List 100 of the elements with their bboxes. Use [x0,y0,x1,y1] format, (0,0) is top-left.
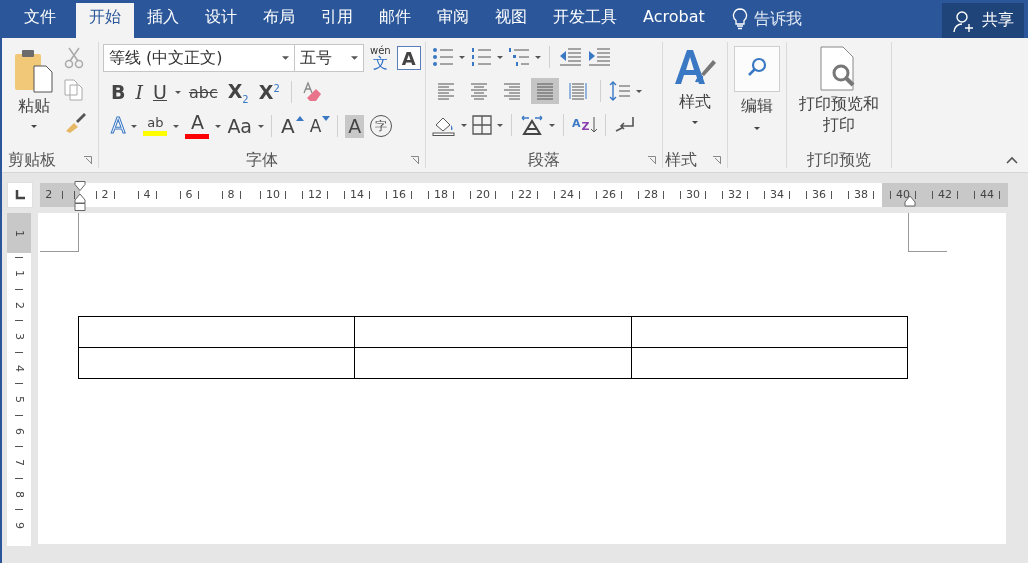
ruler-number: 18 [434,188,448,201]
font-color-button[interactable]: A [183,113,212,139]
table-cell[interactable] [78,316,355,348]
caret-icon[interactable] [174,90,181,94]
caret-icon[interactable] [549,123,555,127]
caret-icon[interactable] [497,55,503,59]
ribbon-tab[interactable]: 视图 [482,0,540,38]
ribbon-tab[interactable]: 插入 [134,0,192,38]
font-effect-button[interactable]: Aa [225,116,254,136]
caret-icon [31,125,37,128]
ruler-number: 42 [938,188,952,201]
highlight-button[interactable]: ab [141,116,170,136]
line-spacing-icon[interactable] [609,81,631,101]
caret-icon [351,56,358,60]
ribbon-tab[interactable]: 引用 [308,0,366,38]
increase-indent-icon[interactable] [587,47,611,67]
caret-icon[interactable] [459,55,465,59]
character-border-button[interactable]: A [396,46,421,70]
caret-icon[interactable] [535,55,541,59]
caret-icon[interactable] [258,124,264,128]
caret-icon [692,121,698,124]
paste-button[interactable]: 粘贴 [10,44,58,148]
ribbon-tab[interactable]: 审阅 [424,0,482,38]
font-effect-button[interactable]: A [345,114,365,138]
caret-icon[interactable] [215,124,222,128]
caret-icon [282,56,289,60]
caret-icon[interactable] [173,124,180,128]
align-icon [437,82,455,100]
borders-icon[interactable] [472,115,492,135]
ruler-number: 16 [392,188,406,201]
format-button[interactable]: U [151,81,169,103]
phonetic-guide-button[interactable]: wén 文 [368,45,393,71]
tell-me-button[interactable]: 告诉我 [731,0,802,38]
eraser-icon[interactable] [300,81,323,103]
down-arrow-icon [590,117,597,133]
bullet-list-icon[interactable] [432,47,454,67]
format-button[interactable]: I [133,81,145,103]
search-icon [734,46,780,92]
ruler-number: 34 [770,188,784,201]
asian-layout-icon[interactable] [520,115,544,135]
caret-icon[interactable] [461,123,467,127]
group-label: 剪贴板 [8,149,56,171]
font-size-field[interactable]: 五号 [294,44,364,72]
group-label: 打印预览 [807,149,871,171]
multilevel-list-icon[interactable] [508,47,530,67]
ruler-number: 10 [266,188,280,201]
ruler-number: 22 [518,188,532,201]
print-preview-button[interactable]: 打印预览和 打印 [795,44,883,148]
ribbon-tab[interactable]: 设计 [192,0,250,38]
left-tab-icon [15,189,25,200]
table-cell[interactable] [631,316,908,348]
horizontal-ruler[interactable]: 2 2 4 6 8 10 12 14 16 18 20 22 24 26 28 30 32 34 36 38 40 42 44 [40,182,1008,207]
sort-button[interactable]: AZ [572,117,597,133]
dialog-launcher-icon[interactable] [84,156,92,164]
decrease-indent-icon[interactable] [558,47,582,67]
format-button[interactable]: B [109,81,128,103]
numbered-list-icon[interactable] [470,47,492,67]
ruler-number: 1 [12,229,26,237]
paintbrush-icon[interactable] [64,111,86,133]
caret-icon[interactable] [497,123,503,127]
table-cell[interactable] [354,316,632,348]
styles-button[interactable]: 样式 [669,44,721,148]
vertical-ruler[interactable]: 1 1 2 3 4 5 6 7 8 9 [7,213,31,546]
format-button[interactable]: X$^{2}$ [256,81,282,103]
caret-icon[interactable] [131,124,138,128]
group-label: 段落 [528,149,560,171]
collapse-ribbon-icon[interactable] [1006,156,1018,164]
tab-selector[interactable] [7,181,33,208]
ruler-number: 28 [644,188,658,201]
crop-mark [908,213,947,252]
ruler-number: 40 [896,188,910,201]
ribbon-tab[interactable]: 邮件 [366,0,424,38]
add-user-icon [952,8,976,33]
editing-button[interactable]: 编辑 [730,44,784,148]
clipboard-icon [14,48,54,94]
align-icon [503,82,521,100]
ribbon-tab[interactable]: Acrobat [630,0,718,38]
ruler-number: 7 [12,459,26,467]
font-name-field[interactable]: 等线 (中文正文) [103,44,295,72]
ribbon-tab[interactable]: 开发工具 [540,0,630,38]
ribbon-tab[interactable]: 布局 [250,0,308,38]
ruler-number: 8 [227,188,235,201]
font-effect-button[interactable]: A [307,117,324,135]
paragraph-mark-icon[interactable] [613,115,636,135]
dialog-launcher-icon[interactable] [648,156,656,164]
table-cell[interactable] [354,347,632,379]
format-button[interactable]: abc [186,82,220,102]
ruler-number: 26 [602,188,616,201]
ribbon-tab[interactable]: 文件 [2,0,76,38]
table-cell[interactable] [631,347,908,379]
ruler-number: 38 [854,188,868,201]
font-effect-button[interactable]: A [279,116,297,136]
table-cell[interactable] [78,347,355,379]
share-button[interactable]: 共享 [942,3,1024,38]
ribbon-tab[interactable]: 开始 [76,3,134,38]
dialog-launcher-icon[interactable] [713,156,721,164]
caret-icon[interactable] [636,89,642,93]
format-button[interactable]: X$_{2}$ [225,79,251,105]
down-triangle-icon [322,116,331,121]
dialog-launcher-icon[interactable] [411,156,419,164]
